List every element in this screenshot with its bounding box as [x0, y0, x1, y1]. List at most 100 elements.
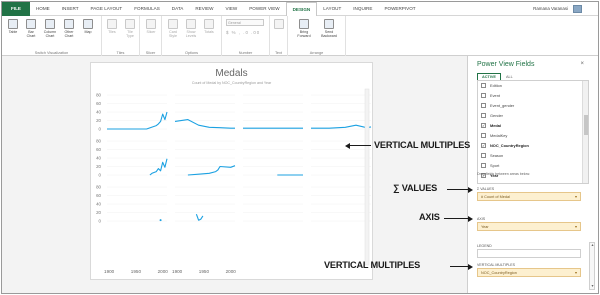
- group-title: Tiles: [116, 51, 125, 55]
- scrollbar[interactable]: [582, 81, 588, 183]
- table-button[interactable]: Table: [6, 19, 20, 34]
- other-chart-button[interactable]: Other Chart: [62, 19, 76, 38]
- tab-design[interactable]: DESIGN: [285, 2, 318, 16]
- tab-insert[interactable]: INSERT: [56, 2, 85, 16]
- card-style-button[interactable]: Card Style: [166, 19, 180, 38]
- number-format-select[interactable]: General: [226, 19, 264, 26]
- field-checkbox[interactable]: [481, 163, 486, 168]
- send-backward-button[interactable]: Send Backward: [318, 19, 340, 38]
- bar-chart-button[interactable]: Bar Chart: [24, 19, 38, 38]
- field-label[interactable]: Event_gender: [490, 103, 514, 108]
- vertical-multiples-field-label: NOC_CountryRegion: [481, 271, 517, 275]
- tile-type-button[interactable]: Tile Type: [123, 19, 137, 38]
- field-label[interactable]: MedalKey: [490, 133, 507, 138]
- tab-data[interactable]: DATA: [166, 2, 190, 16]
- y-tick-label: 40: [96, 201, 101, 206]
- field-label[interactable]: Medal: [490, 123, 501, 128]
- field-label[interactable]: Sport: [490, 163, 499, 168]
- y-tick-label: 80: [96, 92, 101, 97]
- tiles-button[interactable]: Tiles: [105, 19, 119, 34]
- axis-field-label: Year: [481, 225, 489, 229]
- axis-area: AXIS Year ▾: [477, 217, 581, 231]
- vertical-multiples-chart[interactable]: 0204060800204060800204060801900 1950 2000 1…: [91, 63, 374, 281]
- tab-file[interactable]: FILE: [2, 2, 30, 16]
- number-format-symbols[interactable]: $ % , .0 .00: [226, 30, 260, 35]
- field-label[interactable]: Season: [490, 153, 503, 158]
- column-chart-button[interactable]: Column Chart: [43, 19, 57, 38]
- field-label[interactable]: Event: [490, 93, 500, 98]
- avatar[interactable]: [573, 5, 582, 13]
- totals-button[interactable]: Totals: [202, 19, 216, 34]
- canvas-scrollbar: [364, 88, 370, 266]
- tab-page-layout[interactable]: PAGE LAYOUT: [85, 2, 129, 16]
- legend-drop-zone[interactable]: [477, 249, 581, 258]
- y-tick-label: 0: [99, 126, 102, 131]
- tab-layout[interactable]: LAYOUT: [317, 2, 347, 16]
- tab-formulas[interactable]: FORMULAS: [128, 2, 166, 16]
- values-field-label: # Count of Medal: [481, 195, 510, 199]
- scrollbar-thumb[interactable]: [584, 115, 588, 135]
- field-checkbox[interactable]: [481, 93, 486, 98]
- callout-vertical-multiples-bottom: VERTICAL MULTIPLES: [324, 260, 421, 270]
- group-slicer: Slicer Slicer: [140, 16, 162, 56]
- bring-forward-button[interactable]: Bring Forward: [294, 19, 314, 38]
- chevron-down-icon[interactable]: ▾: [575, 193, 577, 201]
- x-tick-label: 1900: [104, 269, 115, 274]
- slicer-icon: [146, 19, 156, 29]
- tab-inquire[interactable]: INQUIRE: [347, 2, 378, 16]
- axis-field-chip[interactable]: Year ▾: [477, 222, 581, 231]
- y-tick-label: 0: [99, 172, 102, 177]
- callout-values: ∑ VALUES: [393, 183, 438, 193]
- values-field-chip[interactable]: # Count of Medal ▾: [477, 192, 581, 201]
- chevron-down-icon[interactable]: ▾: [590, 284, 595, 289]
- map-label: Map: [84, 30, 92, 34]
- callout-arrow-head: [468, 187, 473, 193]
- tab-power-view[interactable]: POWER VIEW: [243, 2, 285, 16]
- group-number: General $ % , .0 .00 Number: [222, 16, 270, 56]
- legend-area: LEGEND: [477, 244, 581, 258]
- tiles-label: Tiles: [108, 30, 116, 34]
- field-list[interactable]: Edition Event Event_gender Gender ✓ Medal Meda…: [477, 80, 589, 184]
- values-area: Σ VALUES # Count of Medal ▾: [477, 187, 581, 201]
- ribbon: Table Bar Chart Column Chart Other Chart…: [2, 16, 598, 56]
- y-tick-label: 80: [96, 138, 101, 143]
- tab-powerpivot[interactable]: POWERPIVOT: [378, 2, 421, 16]
- chevron-down-icon[interactable]: ▾: [575, 269, 577, 277]
- areas-scrollbar[interactable]: ▴ ▾: [589, 242, 595, 290]
- map-button[interactable]: Map: [81, 19, 95, 34]
- y-tick-label: 60: [96, 101, 101, 106]
- card-style-label: Card Style: [169, 30, 177, 39]
- y-tick-label: 20: [96, 210, 101, 215]
- show-levels-button[interactable]: Show Levels: [184, 19, 198, 38]
- user-name[interactable]: Ramana Varanasi: [533, 2, 568, 16]
- field-label[interactable]: NOC_CountryRegion: [490, 143, 529, 148]
- close-icon[interactable]: ×: [580, 61, 584, 67]
- vertical-multiples-field-chip[interactable]: NOC_CountryRegion ▾: [477, 268, 581, 277]
- tiles-icon: [107, 19, 117, 29]
- tab-view[interactable]: VIEW: [219, 2, 243, 16]
- field-checkbox[interactable]: [481, 133, 486, 138]
- callout-arrow-head: [468, 216, 473, 222]
- field-checkbox[interactable]: ✓: [481, 143, 486, 148]
- y-tick-label: 80: [96, 184, 101, 189]
- group-title: Switch Visualization: [34, 51, 69, 55]
- field-label[interactable]: Edition: [490, 83, 502, 88]
- slicer-button[interactable]: Slicer: [144, 19, 158, 34]
- globe-icon: [83, 19, 93, 29]
- text-size-button[interactable]: [272, 19, 286, 29]
- field-checkbox[interactable]: [481, 83, 486, 88]
- chevron-up-icon[interactable]: ▴: [590, 243, 595, 248]
- field-checkbox[interactable]: ✓: [481, 123, 486, 128]
- tab-review[interactable]: REVIEW: [189, 2, 219, 16]
- drag-hint: Drag fields between areas below:: [477, 172, 531, 176]
- field-checkbox[interactable]: [481, 103, 486, 108]
- field-checkbox[interactable]: [481, 153, 486, 158]
- power-view-report[interactable]: Medals Count of Medal by NOC_CountryRegi…: [90, 62, 373, 280]
- field-label[interactable]: Gender: [490, 113, 503, 118]
- tab-home[interactable]: HOME: [30, 2, 56, 16]
- bar-chart-icon: [26, 19, 36, 29]
- line-chart-icon: [64, 19, 74, 29]
- field-checkbox[interactable]: [481, 113, 486, 118]
- table-icon: [8, 19, 18, 29]
- chevron-down-icon[interactable]: ▾: [575, 223, 577, 231]
